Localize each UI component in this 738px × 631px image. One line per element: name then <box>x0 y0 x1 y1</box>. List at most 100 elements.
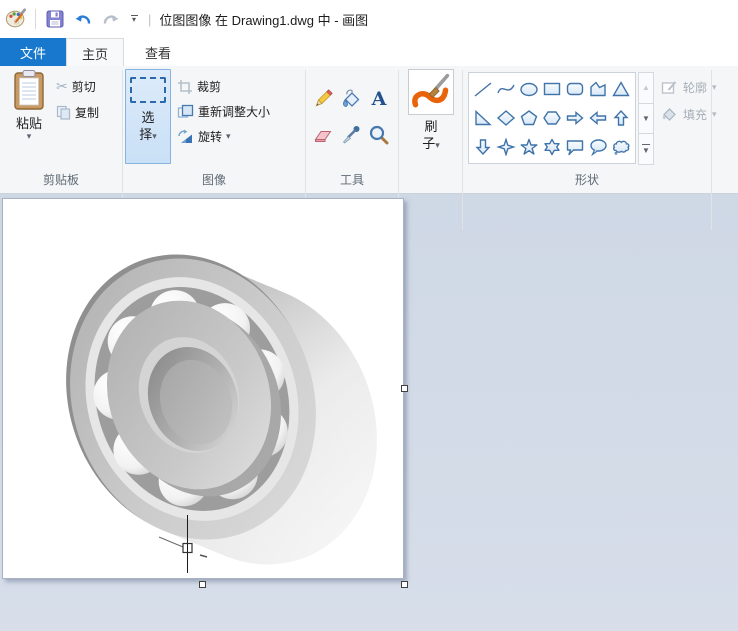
canvas-resize-gripper-corner[interactable] <box>401 581 408 588</box>
shape-fill-label: 填充 <box>683 106 707 123</box>
select-tool-button[interactable]: 选 择▾ <box>125 69 171 164</box>
image-group-label: 图像 <box>123 171 305 188</box>
color-picker-tool-button[interactable] <box>338 122 364 148</box>
ribbon-tabs: 文件 主页 查看 <box>0 38 738 66</box>
chevron-up-icon: ▲ <box>642 83 650 92</box>
tab-view[interactable]: 查看 <box>123 38 193 66</box>
redo-button[interactable] <box>100 8 122 30</box>
shape-arrow-down-icon[interactable] <box>472 138 494 156</box>
crop-icon <box>177 79 193 95</box>
chevron-down-icon: ▼ <box>642 146 650 155</box>
tools-group-label: 工具 <box>306 171 398 188</box>
canvas-resize-gripper-bottom[interactable] <box>199 581 206 588</box>
chevron-down-icon: ▼ <box>642 114 650 123</box>
brush-icon <box>411 72 451 112</box>
eraser-tool-button[interactable] <box>310 122 336 148</box>
ribbon: 粘贴 ▾ ✂ 剪切 复制 剪贴板 选 择▾ <box>0 66 738 194</box>
shape-arrow-left-icon[interactable] <box>587 109 609 127</box>
shape-pentagon-icon[interactable] <box>518 109 540 127</box>
shape-cloud-callout-icon[interactable] <box>610 138 632 156</box>
paint-logo-icon[interactable] <box>5 8 27 30</box>
rotate-label: 旋转 <box>198 128 222 145</box>
gallery-scroll-up-button[interactable]: ▲ <box>638 72 654 104</box>
canvas-resize-gripper-right[interactable] <box>401 385 408 392</box>
fill-tool-button[interactable] <box>338 86 364 112</box>
title-bar: ▾ | 位图图像 在 Drawing1.dwg 中 - 画图 <box>0 0 738 38</box>
rotate-button[interactable]: 旋转 ▾ <box>177 128 231 145</box>
magnifier-icon <box>368 124 390 146</box>
shape-rounded-rectangle-icon[interactable] <box>564 80 586 98</box>
tab-home[interactable]: 主页 <box>66 38 124 68</box>
chevron-down-icon: ▾ <box>712 83 717 92</box>
chevron-down-icon: ▾ <box>152 131 157 141</box>
gallery-scroll-down-button[interactable]: ▼ <box>638 103 654 135</box>
paste-button[interactable]: 粘贴 ▾ <box>6 69 52 165</box>
pencil-icon <box>312 88 334 110</box>
bearing-image <box>3 199 403 578</box>
select-label-line2: 择 <box>139 127 152 142</box>
divider <box>711 70 712 230</box>
copy-label: 复制 <box>75 104 99 121</box>
gallery-more-button[interactable]: ▼ <box>638 133 654 165</box>
shapes-gallery <box>468 72 636 164</box>
copy-button[interactable]: 复制 <box>56 104 99 121</box>
undo-button[interactable] <box>72 8 94 30</box>
paste-label: 粘贴 <box>16 113 42 132</box>
shape-curve-icon[interactable] <box>495 80 517 98</box>
shape-rectangular-callout-icon[interactable] <box>564 138 586 156</box>
customize-qat-button[interactable]: ▾ <box>128 15 140 23</box>
brushes-label-line2: 子 <box>422 136 435 151</box>
text-tool-icon: A <box>372 88 387 110</box>
paint-window: ▾ | 位图图像 在 Drawing1.dwg 中 - 画图 文件 主页 查看 <box>0 0 738 631</box>
cut-button[interactable]: ✂ 剪切 <box>56 78 96 95</box>
drawing-canvas[interactable] <box>2 198 404 579</box>
save-button[interactable] <box>44 8 66 30</box>
fill-bucket-icon <box>340 88 362 110</box>
chevron-down-icon: ▾ <box>712 110 717 119</box>
shape-polygon-icon[interactable] <box>587 80 609 98</box>
shape-oval-callout-icon[interactable] <box>587 138 609 156</box>
text-tool-button[interactable]: A <box>366 86 392 112</box>
crop-button[interactable]: 裁剪 <box>177 78 221 95</box>
scissors-icon: ✂ <box>56 78 68 95</box>
separator <box>35 9 36 29</box>
eyedropper-icon <box>340 124 362 146</box>
shape-triangle-icon[interactable] <box>610 80 632 98</box>
shape-arrow-right-icon[interactable] <box>564 109 586 127</box>
magnifier-tool-button[interactable] <box>366 122 392 148</box>
shape-right-triangle-icon[interactable] <box>472 109 494 127</box>
outline-label: 轮廓 <box>683 79 707 96</box>
shapes-group-label: 形状 <box>463 171 711 188</box>
shape-four-point-star-icon[interactable] <box>495 138 517 156</box>
outline-icon <box>661 80 678 95</box>
brushes-button[interactable]: 刷 子▾ <box>404 69 458 165</box>
clipboard-icon <box>12 69 46 111</box>
shape-fill-button[interactable]: 填充 ▾ <box>661 106 717 123</box>
group-shapes: ▲ ▼ ▼ 轮廓 ▾ 填充 ▾ 形状 <box>463 66 711 193</box>
clipboard-group-label: 剪贴板 <box>0 171 122 188</box>
cut-label: 剪切 <box>72 78 96 95</box>
shape-six-point-star-icon[interactable] <box>541 138 563 156</box>
shape-rectangle-icon[interactable] <box>541 80 563 98</box>
resize-button[interactable]: 重新调整大小 <box>177 103 270 120</box>
resize-icon <box>177 104 194 119</box>
shape-hexagon-icon[interactable] <box>541 109 563 127</box>
pencil-tool-button[interactable] <box>310 86 336 112</box>
crop-label: 裁剪 <box>197 78 221 95</box>
copy-icon <box>56 105 71 120</box>
shape-diamond-icon[interactable] <box>495 109 517 127</box>
shape-line-icon[interactable] <box>472 80 494 98</box>
shape-arrow-up-icon[interactable] <box>610 109 632 127</box>
chevron-down-icon: ▾ <box>435 140 440 150</box>
outline-button[interactable]: 轮廓 ▾ <box>661 79 717 96</box>
brushes-label-line1: 刷 <box>424 119 437 134</box>
tab-file[interactable]: 文件 <box>0 38 66 66</box>
chevron-down-icon: ▾ <box>132 17 136 23</box>
group-brushes: 刷 子▾ <box>399 66 462 193</box>
chevron-down-icon: ▾ <box>226 132 231 141</box>
shape-ellipse-icon[interactable] <box>518 80 540 98</box>
resize-label: 重新调整大小 <box>198 103 270 120</box>
chevron-down-icon: ▾ <box>27 132 32 141</box>
shape-five-point-star-icon[interactable] <box>518 138 540 156</box>
group-clipboard: 粘贴 ▾ ✂ 剪切 复制 剪贴板 <box>0 66 122 193</box>
